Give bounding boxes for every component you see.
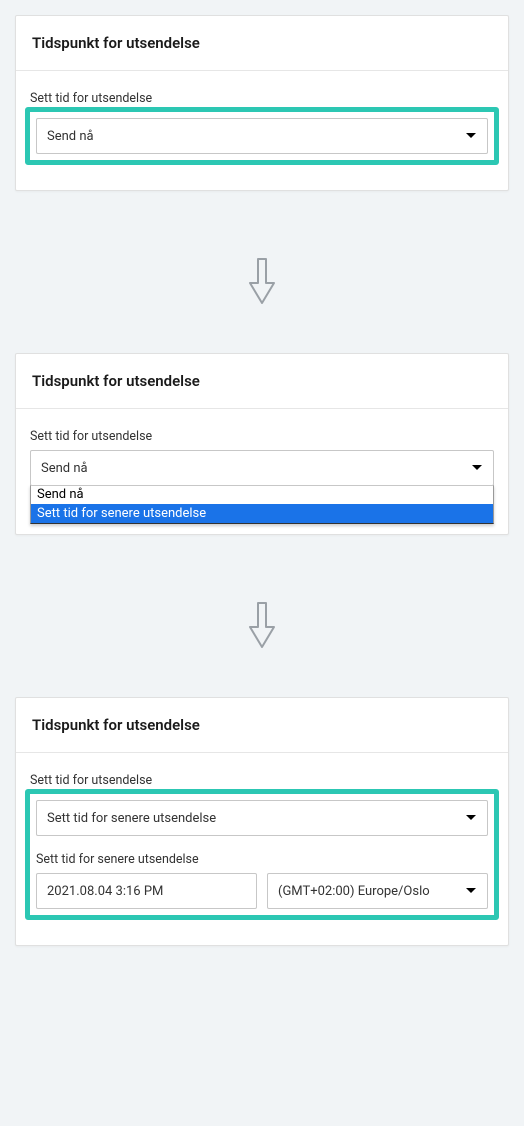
datetime-input[interactable] bbox=[36, 873, 257, 909]
schedule-panel-1: Tidspunkt for utsendelse Sett tid for ut… bbox=[15, 15, 509, 191]
schedule-select[interactable]: Send nå bbox=[30, 450, 494, 486]
highlight-box: Sett tid for senere utsendelse Sett tid … bbox=[25, 789, 499, 920]
caret-down-icon bbox=[465, 887, 477, 895]
panel-title: Tidspunkt for utsendelse bbox=[16, 16, 508, 71]
schedule-later-label: Sett tid for senere utsendelse bbox=[36, 852, 488, 867]
schedule-dropdown-list: Send nå Sett tid for senere utsendelse bbox=[30, 485, 494, 524]
highlight-box: Send nå bbox=[25, 107, 499, 165]
schedule-label: Sett tid for utsendelse bbox=[30, 91, 494, 106]
schedule-panel-3: Tidspunkt for utsendelse Sett tid for ut… bbox=[15, 697, 509, 946]
select-value: (GMT+02:00) Europe/Oslo bbox=[278, 884, 430, 899]
caret-down-icon bbox=[465, 132, 477, 140]
caret-down-icon bbox=[471, 464, 483, 472]
select-value: Send nå bbox=[41, 461, 88, 476]
schedule-select[interactable]: Send nå bbox=[36, 118, 488, 154]
panel-title: Tidspunkt for utsendelse bbox=[16, 698, 508, 753]
flow-arrow-1 bbox=[15, 211, 509, 353]
schedule-label: Sett tid for utsendelse bbox=[30, 773, 494, 788]
panel-body: Sett tid for utsendelse Sett tid for sen… bbox=[16, 753, 508, 945]
schedule-panel-2: Tidspunkt for utsendelse Sett tid for ut… bbox=[15, 353, 509, 535]
panel-body: Sett tid for utsendelse Send nå Send nå … bbox=[16, 409, 508, 534]
dropdown-option-schedule-later[interactable]: Sett tid for senere utsendelse bbox=[31, 504, 493, 523]
panel-title: Tidspunkt for utsendelse bbox=[16, 354, 508, 409]
flow-arrow-2 bbox=[15, 555, 509, 697]
select-value: Sett tid for senere utsendelse bbox=[47, 811, 216, 826]
schedule-select[interactable]: Sett tid for senere utsendelse bbox=[36, 800, 488, 836]
timezone-select[interactable]: (GMT+02:00) Europe/Oslo bbox=[267, 873, 488, 909]
panel-body: Sett tid for utsendelse Send nå bbox=[16, 71, 508, 190]
dropdown-option-send-now[interactable]: Send nå bbox=[31, 485, 493, 504]
select-value: Send nå bbox=[47, 129, 94, 144]
schedule-label: Sett tid for utsendelse bbox=[30, 429, 494, 444]
caret-down-icon bbox=[465, 814, 477, 822]
